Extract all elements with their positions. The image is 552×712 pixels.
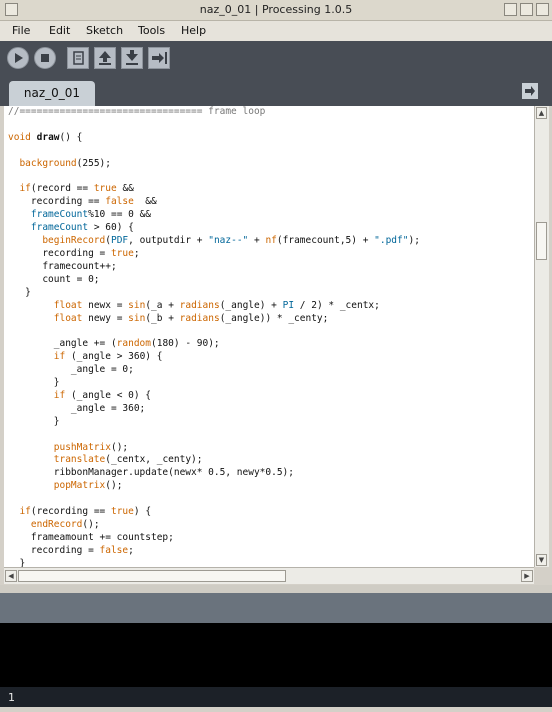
close-icon[interactable] [536,3,549,16]
save-button[interactable] [121,47,143,69]
window-bottom-edge [0,707,552,712]
save-icon [126,50,138,65]
run-button[interactable] [7,47,29,69]
console-area[interactable] [0,623,552,687]
split-divider[interactable] [0,585,552,593]
status-bar: 1 [0,687,552,707]
scroll-right-icon[interactable]: ▶ [521,570,533,582]
stop-button[interactable] [34,47,56,69]
code-text[interactable]: //================================ frame… [4,106,534,567]
run-icon [15,53,23,63]
code-editor[interactable]: //================================ frame… [4,106,534,567]
new-icon [73,51,84,65]
arrow-right-icon [525,86,535,96]
stop-icon [41,54,49,62]
menu-help[interactable]: Help [181,24,206,37]
open-icon [99,51,111,65]
maximize-icon[interactable] [520,3,533,16]
scroll-down-icon[interactable]: ▼ [536,554,547,566]
vertical-scrollbar[interactable]: ▲ ▼ [534,106,549,567]
export-icon [152,52,167,64]
scroll-left-icon[interactable]: ◀ [5,570,17,582]
export-button[interactable] [148,47,170,69]
vertical-scroll-thumb[interactable] [536,222,547,260]
menu-bar: File Edit Sketch Tools Help [0,21,552,41]
tab-naz-0-01[interactable]: naz_0_01 [9,81,95,106]
message-area [0,593,552,623]
tab-strip: naz_0_01 [0,76,552,106]
title-bar: naz_0_01 | Processing 1.0.5 [0,0,552,21]
horizontal-scroll-thumb[interactable] [18,570,286,582]
line-number: 1 [8,691,15,704]
horizontal-scrollbar[interactable]: ◀ ▶ [4,567,534,584]
menu-tools[interactable]: Tools [138,24,165,37]
new-button[interactable] [67,47,89,69]
open-button[interactable] [94,47,116,69]
menu-file[interactable]: File [12,24,30,37]
menu-sketch[interactable]: Sketch [86,24,123,37]
tab-label: naz_0_01 [23,86,81,100]
window-title: naz_0_01 | Processing 1.0.5 [199,3,353,16]
minimize-icon[interactable] [504,3,517,16]
scroll-up-icon[interactable]: ▲ [536,107,547,119]
menu-edit[interactable]: Edit [49,24,70,37]
tab-menu-button[interactable] [522,83,538,99]
toolbar [0,41,552,76]
